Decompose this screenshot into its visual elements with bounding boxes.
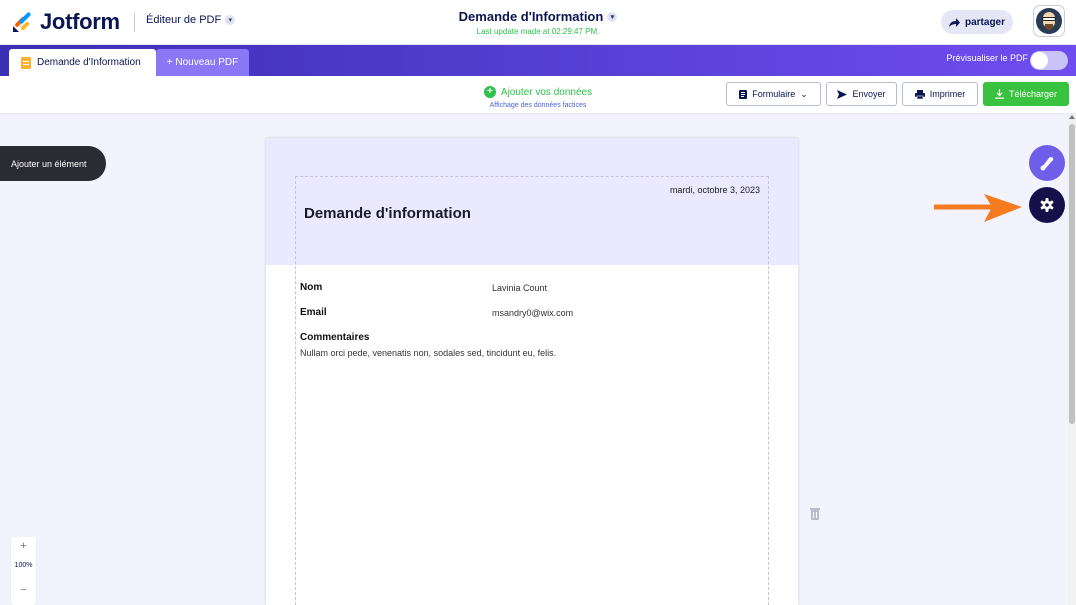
printer-icon <box>914 89 925 99</box>
share-button[interactable]: partager <box>941 10 1013 34</box>
tab-demande-information[interactable]: Demande d'Information <box>9 49 156 76</box>
settings-button[interactable] <box>1029 187 1065 223</box>
zoom-level: 100% <box>14 562 33 569</box>
send-icon <box>837 89 848 99</box>
print-button[interactable]: Imprimer <box>902 82 978 106</box>
field-label-nom: Nom <box>300 282 323 293</box>
document-date: mardi, octobre 3, 2023 <box>669 185 760 195</box>
chevron-down-icon: ▾ <box>607 11 618 22</box>
add-data-area: + Ajouter vos données Affichage des donn… <box>440 81 636 109</box>
product-label: Éditeur de PDF <box>146 14 222 26</box>
logo-text: Jotform <box>40 9 120 34</box>
form-dropdown-button[interactable]: Formulaire ⌄ <box>726 82 821 106</box>
add-data-label: Ajouter vos données <box>500 86 593 98</box>
last-update-status: Last update made at 02:29:47 PM. <box>476 27 600 36</box>
preview-pdf-label: Prévisualiser le PDF <box>946 53 1028 63</box>
download-label: Télécharger <box>1008 89 1058 99</box>
field-label-email: Email <box>300 307 327 318</box>
print-label: Imprimer <box>929 89 966 99</box>
add-element-button[interactable]: Ajouter un élément <box>0 146 106 181</box>
trash-icon[interactable] <box>809 507 821 520</box>
chevron-down-icon: ▾ <box>225 15 236 25</box>
document-title-area: Demande d'Information ▾ Last update made… <box>400 8 676 36</box>
document-heading[interactable]: Demande d'information <box>304 205 471 222</box>
scroll-thumb[interactable] <box>1069 124 1075 424</box>
share-arrow-icon <box>948 17 960 27</box>
field-value-email: msandry0@wix.com <box>492 308 574 318</box>
field-value-nom: Lavinia Count <box>492 283 548 293</box>
plus-circle-icon: + <box>483 86 496 98</box>
user-avatar[interactable] <box>1033 5 1065 37</box>
form-label: Formulaire <box>752 89 796 99</box>
fake-data-notice: Affichage des données factices <box>489 102 587 109</box>
pdf-page[interactable]: mardi, octobre 3, 2023 Demande d'informa… <box>266 138 798 605</box>
document-title: Demande d'Information <box>458 9 604 24</box>
preview-pdf-toggle[interactable] <box>1030 51 1068 70</box>
top-header: Jotform Éditeur de PDF ▾ Demande d'Infor… <box>0 0 1076 45</box>
field-value-commentaires: Nullam orci pede, venenatis non, sodales… <box>300 348 557 358</box>
design-paint-button[interactable] <box>1029 145 1065 181</box>
annotation-arrow <box>934 194 1022 222</box>
product-switcher[interactable]: Éditeur de PDF ▾ <box>146 14 236 26</box>
document-title-dropdown[interactable]: Demande d'Information ▾ <box>459 9 618 24</box>
send-label: Envoyer <box>852 89 886 99</box>
document-icon <box>21 56 31 69</box>
scroll-up-icon[interactable] <box>1069 115 1075 119</box>
avatar-image <box>1036 8 1062 34</box>
paint-roller-icon <box>1040 157 1054 171</box>
page-scrollbar[interactable] <box>1068 114 1076 605</box>
download-button[interactable]: Télécharger <box>983 82 1069 106</box>
add-data-link[interactable]: + Ajouter vos données <box>483 86 593 98</box>
chevron-down-icon: ⌄ <box>800 88 808 99</box>
download-icon <box>994 89 1004 99</box>
new-pdf-tab[interactable]: + Nouveau PDF <box>156 49 249 76</box>
zoom-in-button[interactable]: + <box>11 540 36 552</box>
share-label: partager <box>964 16 1005 28</box>
field-label-commentaires: Commentaires <box>300 332 370 343</box>
jotform-logo-icon <box>13 12 31 32</box>
gear-icon <box>1040 198 1054 212</box>
jotform-logo[interactable]: Jotform <box>12 9 120 35</box>
editor-toolbar: + Ajouter vos données Affichage des donn… <box>0 76 1076 114</box>
toggle-knob <box>1031 52 1048 69</box>
send-button[interactable]: Envoyer <box>826 82 897 106</box>
form-icon <box>739 89 748 99</box>
zoom-control: + 100% − <box>11 537 36 605</box>
content-boundary <box>295 176 769 605</box>
tab-label: Demande d'Information <box>37 57 141 68</box>
header-divider <box>134 12 135 32</box>
zoom-out-button[interactable]: − <box>11 584 36 596</box>
